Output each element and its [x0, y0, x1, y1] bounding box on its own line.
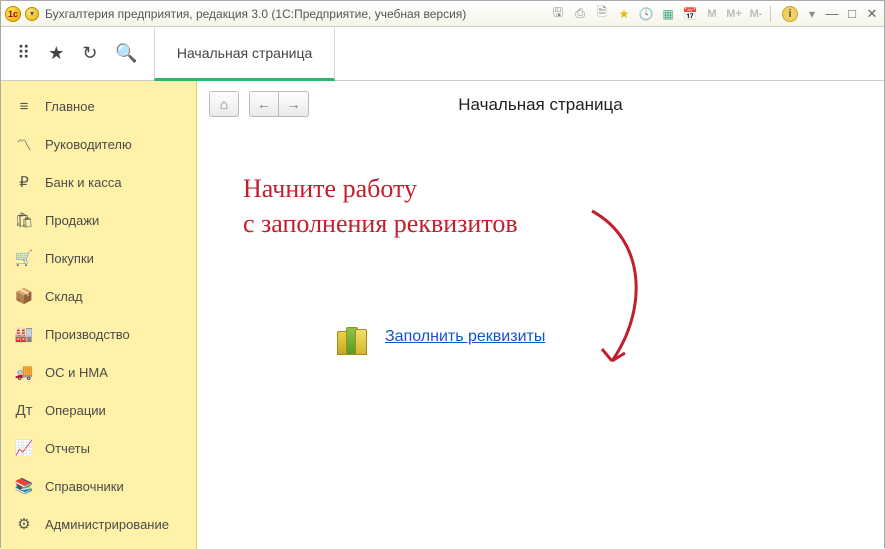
sidebar-item-sales[interactable]: 🛍 Продажи — [1, 201, 196, 239]
main-icon: ≡ — [15, 97, 33, 115]
sidebar-item-label: Операции — [45, 403, 106, 418]
tab-start-page[interactable]: Начальная страница — [154, 28, 335, 81]
sidebar-item-label: Банк и касса — [45, 175, 122, 190]
star-icon[interactable]: ★ — [48, 43, 64, 64]
clipboard-icon[interactable]: ↻ — [82, 43, 97, 64]
calendar-icon[interactable]: 📅 — [682, 6, 698, 22]
sidebar-item-main[interactable]: ≡ Главное — [1, 87, 196, 125]
m-button[interactable]: M — [704, 6, 720, 22]
folders-icon — [337, 319, 373, 355]
sidebar-item-purchases[interactable]: 🛒 Покупки — [1, 239, 196, 277]
sidebar: ≡ Главное 〽 Руководителю ₽ Банк и касса … — [1, 81, 197, 549]
cart-icon: 🛒 — [15, 249, 33, 267]
back-button[interactable]: ← — [249, 91, 279, 117]
gear-icon: ⚙ — [15, 515, 33, 533]
arrow-icon — [577, 201, 657, 381]
sidebar-item-label: Покупки — [45, 251, 94, 266]
hint-line1: Начните работу — [243, 174, 417, 203]
sidebar-item-label: Производство — [45, 327, 130, 342]
sidebar-item-operations[interactable]: Дт Операции — [1, 391, 196, 429]
hint-annotation: Начните работу с заполнения реквизитов — [243, 171, 518, 241]
book-icon: 📚 — [15, 477, 33, 495]
home-button[interactable]: ⌂ — [209, 91, 239, 117]
hint-line2: с заполнения реквизитов — [243, 209, 518, 238]
fill-requisites-link[interactable]: Заполнить реквизиты — [385, 328, 545, 346]
sidebar-item-label: Справочники — [45, 479, 124, 494]
close-button[interactable]: ✕ — [864, 6, 880, 22]
box-icon: 📦 — [15, 287, 33, 305]
forward-button[interactable]: → — [279, 91, 309, 117]
sidebar-item-assets[interactable]: 🚚 ОС и НМА — [1, 353, 196, 391]
sidebar-item-reports[interactable]: 📈 Отчеты — [1, 429, 196, 467]
chart-icon: 〽 — [15, 135, 33, 153]
sidebar-item-bank[interactable]: ₽ Банк и касса — [1, 163, 196, 201]
sidebar-item-production[interactable]: 🏭 Производство — [1, 315, 196, 353]
content-area: ⌂ ← → Начальная страница Начните работу … — [197, 81, 884, 549]
window-title: Бухгалтерия предприятия, редакция 3.0 (1… — [45, 7, 466, 21]
document-icon[interactable]: 🗎 — [594, 6, 610, 22]
operations-icon: Дт — [15, 401, 33, 419]
drop-icon[interactable]: ▾ — [804, 6, 820, 22]
fill-requisites-action: Заполнить реквизиты — [337, 319, 545, 355]
sidebar-item-manager[interactable]: 〽 Руководителю — [1, 125, 196, 163]
sidebar-item-label: Администрирование — [45, 517, 169, 532]
print-icon[interactable]: ⎙ — [572, 6, 588, 22]
app-menu-drop-icon[interactable]: ▾ — [25, 7, 39, 21]
info-icon[interactable]: i — [782, 6, 798, 22]
m-plus-button[interactable]: M+ — [726, 6, 742, 22]
sidebar-item-admin[interactable]: ⚙ Администрирование — [1, 505, 196, 543]
sidebar-item-label: Отчеты — [45, 441, 90, 456]
favorite-icon[interactable]: ★ — [616, 6, 632, 22]
search-icon[interactable]: 🔍 — [115, 43, 137, 64]
bag-icon: 🛍 — [15, 211, 33, 229]
sidebar-item-label: Продажи — [45, 213, 99, 228]
sidebar-item-label: Склад — [45, 289, 83, 304]
app-logo-icon: 1c — [5, 6, 21, 22]
window-titlebar: 1c ▾ Бухгалтерия предприятия, редакция 3… — [1, 1, 884, 27]
apps-grid-icon[interactable]: ⠿ — [17, 43, 30, 64]
ruble-icon: ₽ — [15, 173, 33, 191]
tab-label: Начальная страница — [177, 45, 312, 61]
sidebar-item-label: Главное — [45, 99, 95, 114]
history-icon[interactable]: 🕓 — [638, 6, 654, 22]
report-icon: 📈 — [15, 439, 33, 457]
sidebar-item-references[interactable]: 📚 Справочники — [1, 467, 196, 505]
truck-icon: 🚚 — [15, 363, 33, 381]
minimize-button[interactable]: — — [824, 6, 840, 22]
sidebar-item-label: ОС и НМА — [45, 365, 108, 380]
maximize-button[interactable]: □ — [844, 6, 860, 22]
save-icon[interactable]: 🖫 — [550, 6, 566, 22]
separator-icon — [770, 6, 776, 22]
sidebar-item-label: Руководителю — [45, 137, 132, 152]
m-minus-button[interactable]: M- — [748, 6, 764, 22]
sidebar-item-warehouse[interactable]: 📦 Склад — [1, 277, 196, 315]
factory-icon: 🏭 — [15, 325, 33, 343]
calculator-icon[interactable]: ▦ — [660, 6, 676, 22]
main-toolbar: ⠿ ★ ↻ 🔍 Начальная страница — [1, 27, 884, 81]
content-toolbar: ⌂ ← → — [197, 81, 884, 127]
titlebar-tool-icons: 🖫 ⎙ 🗎 ★ 🕓 ▦ 📅 M M+ M- i ▾ — [550, 6, 820, 22]
